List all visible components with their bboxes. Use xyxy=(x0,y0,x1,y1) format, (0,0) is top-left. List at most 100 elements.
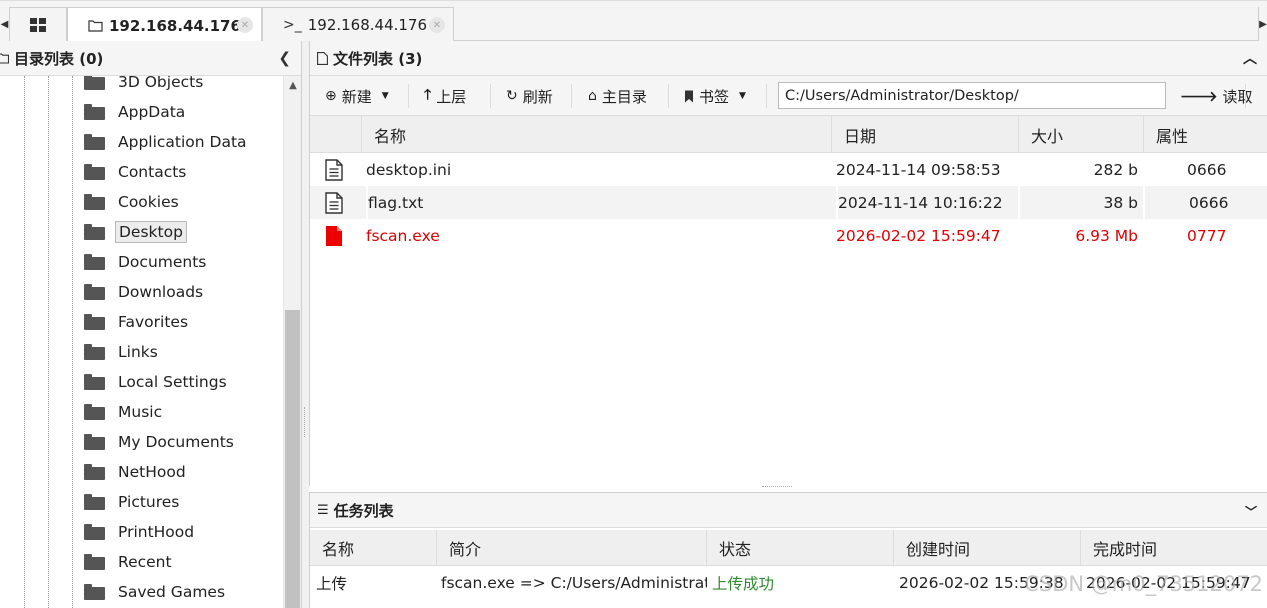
tab-home-button[interactable] xyxy=(9,7,67,42)
bookmark-icon xyxy=(685,90,693,102)
tree-item[interactable]: My Documents xyxy=(84,430,237,454)
tree-item[interactable]: Recent xyxy=(84,550,175,574)
tree-guide-line xyxy=(72,76,73,608)
tree-item-label: Saved Games xyxy=(118,583,226,601)
chevron-down-icon[interactable]: ﹀ xyxy=(1245,503,1257,520)
directory-panel: 目录列表 (0) ❮ 3D Objects AppData Application … xyxy=(0,41,302,608)
folder-icon xyxy=(84,404,105,420)
tree-item[interactable]: PrintHood xyxy=(84,520,197,544)
tab-file-manager[interactable]: 192.168.44.176 ✕ xyxy=(67,7,262,43)
file-icon xyxy=(324,186,354,219)
tree-item-label: NetHood xyxy=(118,463,186,481)
task-name: 上传 xyxy=(316,575,348,593)
chevron-up-icon[interactable]: ︿ xyxy=(1243,48,1257,68)
file-row[interactable]: flag.txt 2024-11-14 10:16:22 38 b 0666 xyxy=(310,186,1267,219)
tree-item[interactable]: Documents xyxy=(84,250,209,274)
attr-column-header[interactable]: 属性 xyxy=(1143,116,1267,153)
file-size: 38 b xyxy=(1018,186,1138,219)
task-row[interactable]: 上传 fscan.exe => C:/Users/Administrator 上… xyxy=(310,566,1267,600)
read-button-label: 读取 xyxy=(1222,87,1253,106)
file-row[interactable]: fscan.exe 2026-02-02 15:59:47 6.93 Mb 0777 xyxy=(310,219,1267,252)
folder-icon xyxy=(84,584,105,600)
bookmark-button[interactable]: 书签 ▼ xyxy=(684,76,746,116)
tree-item[interactable]: NetHood xyxy=(84,460,189,484)
tree-scrollbar[interactable]: ▲ xyxy=(283,76,301,608)
directory-panel-title: 目录列表 (0) xyxy=(14,49,104,68)
refresh-button[interactable]: ↻ 刷新 xyxy=(506,76,553,116)
tree-item[interactable]: Contacts xyxy=(84,160,189,184)
tree-item[interactable]: 3D Objects xyxy=(84,76,206,94)
column-label: 名称 xyxy=(374,126,407,146)
task-created-time: 2026-02-02 15:59:38 xyxy=(899,574,1064,592)
scrollbar-thumb[interactable] xyxy=(285,310,300,608)
scroll-up-icon[interactable]: ▲ xyxy=(284,80,302,91)
read-button[interactable]: 🡒 读取 xyxy=(1180,76,1253,116)
up-button[interactable]: 🡑 上层 xyxy=(424,76,466,116)
folder-icon xyxy=(84,554,105,570)
file-row[interactable]: desktop.ini 2024-11-14 09:58:53 282 b 0666 xyxy=(310,153,1267,186)
tab-label: 192.168.44.176 xyxy=(307,16,428,34)
tree-item[interactable]: Application Data xyxy=(84,130,250,154)
tree-item[interactable]: Music xyxy=(84,400,165,424)
tree-item[interactable]: Desktop xyxy=(84,220,187,244)
icon-column-header xyxy=(310,116,361,153)
task-finished-column-header[interactable]: 完成时间 xyxy=(1080,530,1267,566)
tree-item-label: Downloads xyxy=(118,283,204,301)
file-panel-header: 文件列表 (3) ︿ xyxy=(310,41,1267,76)
caret-down-icon: ▼ xyxy=(739,91,746,101)
home-button-label: 主目录 xyxy=(601,87,647,106)
task-desc: fscan.exe => C:/Users/Administrator xyxy=(441,574,707,592)
file-panel-title: 文件列表 (3) xyxy=(333,49,423,68)
tree-item[interactable]: Links xyxy=(84,340,161,364)
directory-tree: 3D Objects AppData Application Data Contact… xyxy=(0,76,283,608)
task-desc-column-header[interactable]: 简介 xyxy=(436,530,706,566)
tree-item[interactable]: Pictures xyxy=(84,490,182,514)
folder-icon xyxy=(84,194,105,210)
refresh-button-label: 刷新 xyxy=(522,87,553,106)
panel-splitter[interactable] xyxy=(302,41,309,608)
folder-icon xyxy=(84,76,105,90)
tree-item[interactable]: Downloads xyxy=(84,280,206,304)
tree-item[interactable]: Cookies xyxy=(84,190,182,214)
folder-icon xyxy=(84,284,105,300)
file-attr: 0777 xyxy=(1187,226,1227,245)
terminal-icon: >_ xyxy=(283,17,302,33)
folder-outline-icon xyxy=(88,20,103,32)
column-label: 名称 xyxy=(322,540,355,559)
tree-item-label: My Documents xyxy=(118,433,234,451)
new-button[interactable]: ⊕ 新建 ▼ xyxy=(325,76,389,116)
folder-outline-icon xyxy=(0,53,9,64)
tree-item-label: Documents xyxy=(118,253,207,271)
folder-icon xyxy=(84,494,105,510)
tree-item[interactable]: Saved Games xyxy=(84,580,228,604)
close-icon[interactable]: ✕ xyxy=(237,17,253,33)
list-icon: ☰ xyxy=(317,502,329,518)
home-button[interactable]: ⌂ 主目录 xyxy=(588,76,647,116)
tree-item[interactable]: Favorites xyxy=(84,310,191,334)
file-icon xyxy=(324,219,354,252)
path-input[interactable] xyxy=(778,82,1166,109)
file-name: flag.txt xyxy=(366,186,826,219)
folder-icon xyxy=(84,104,105,120)
task-status-column-header[interactable]: 状态 xyxy=(706,530,893,566)
tab-terminal[interactable]: >_ 192.168.44.176 ✕ xyxy=(262,7,454,42)
task-name-column-header[interactable]: 名称 xyxy=(310,530,436,566)
folder-icon xyxy=(84,344,105,360)
date-column-header[interactable]: 日期 xyxy=(831,116,1018,153)
task-status: 上传成功 xyxy=(712,575,775,593)
tab-label: 192.168.44.176 xyxy=(109,16,241,35)
size-column-header[interactable]: 大小 xyxy=(1018,116,1143,153)
task-created-column-header[interactable]: 创建时间 xyxy=(893,530,1080,566)
tree-item[interactable]: Local Settings xyxy=(84,370,230,394)
tree-item-label: Recent xyxy=(118,553,172,571)
tree-item[interactable]: AppData xyxy=(84,100,188,124)
task-finished-time: 2026-02-02 15:59:47 xyxy=(1086,574,1251,592)
tab-scroll-right-button[interactable]: ▶ xyxy=(1258,7,1267,41)
name-column-header[interactable]: 名称 xyxy=(361,116,831,153)
chevron-left-icon[interactable]: ❮ xyxy=(278,49,291,67)
task-panel: ☰ 任务列表 ﹀ 名称 简介 状态 创建时间 完成时间 上传 fscan.exe… xyxy=(309,492,1267,608)
close-icon[interactable]: ✕ xyxy=(429,17,445,33)
folder-icon xyxy=(84,524,105,540)
tab-scroll-left-button[interactable]: ◀ xyxy=(0,7,9,41)
home-icon: ⌂ xyxy=(588,88,597,104)
